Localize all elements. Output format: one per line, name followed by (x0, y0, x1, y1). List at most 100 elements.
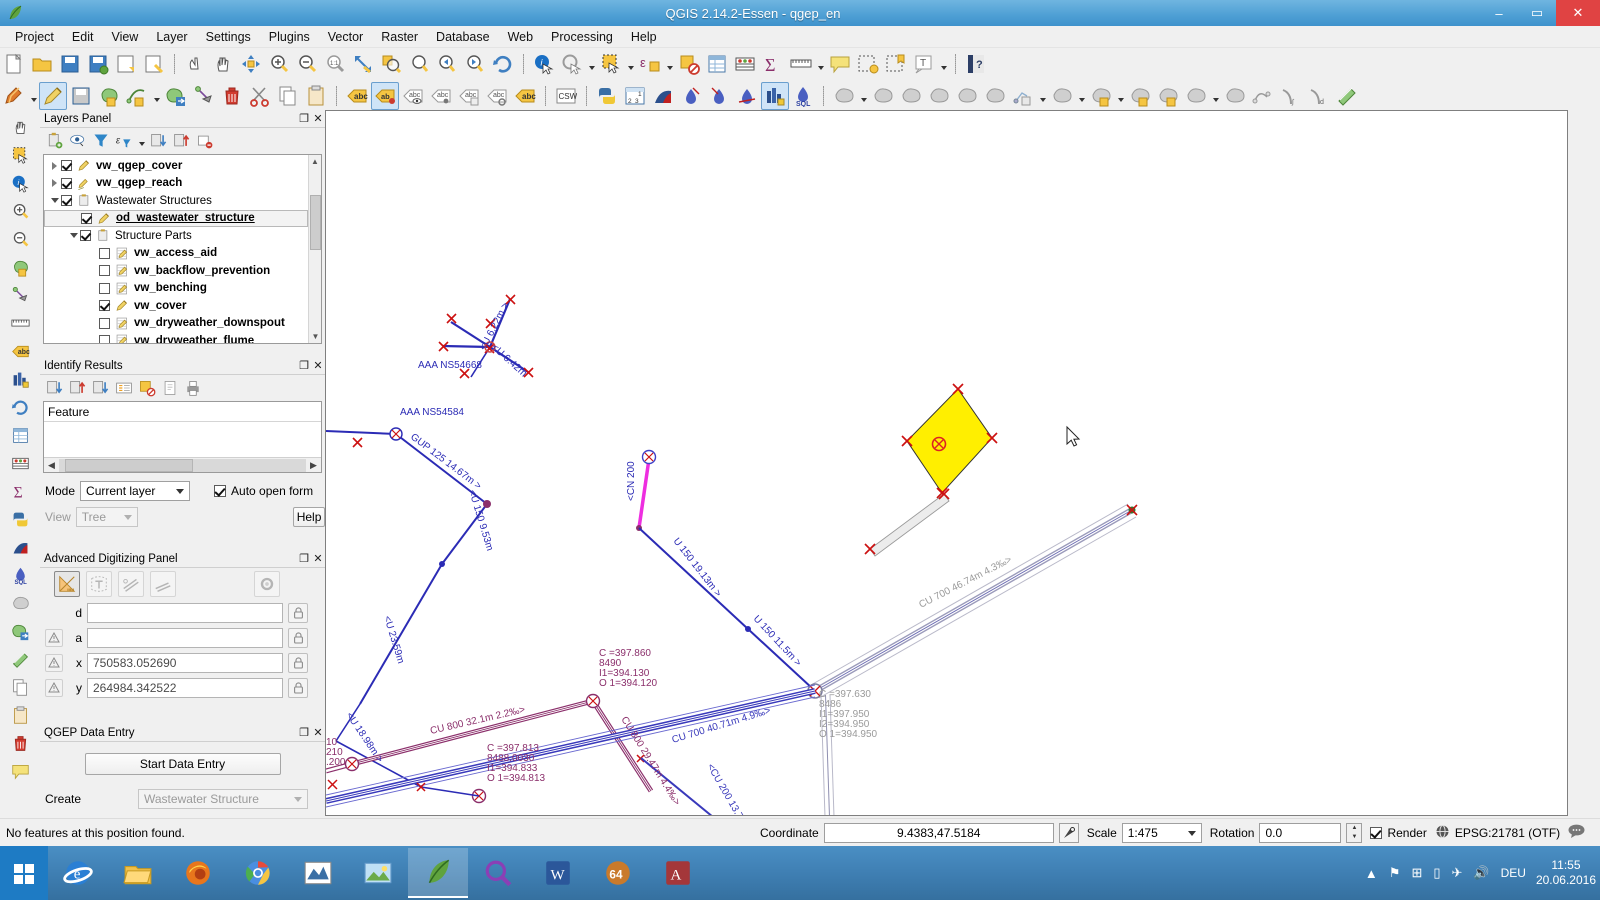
qgep-wizard-icon[interactable]: 123 (621, 82, 649, 110)
auto-open-form-checkbox[interactable] (214, 485, 227, 497)
advanced-digitizing-close-button[interactable]: ✕ (311, 552, 325, 566)
layer-visibility-checkbox[interactable] (99, 265, 110, 277)
csw-catalog-icon[interactable]: CSW (552, 82, 580, 110)
sidebar-item-vw-qgep-reach[interactable]: vw_qgep_reach (44, 175, 308, 193)
layer-visibility-checkbox[interactable] (80, 230, 91, 242)
qgep-profile-icon[interactable] (6, 534, 34, 561)
digitizing-x-input[interactable]: 750583.052690 (87, 652, 283, 673)
identify-results-undock-button[interactable]: ❐ (297, 359, 311, 373)
construction-mode-icon[interactable] (86, 571, 112, 597)
merge-features-icon[interactable] (953, 82, 981, 110)
zoom-native-resolution-icon[interactable]: 1:1 (321, 50, 349, 78)
qgep-sql-icon[interactable]: SQL (789, 82, 817, 110)
open-attribute-table-icon[interactable] (703, 50, 731, 78)
map-canvas-svg[interactable]: AAA NS54668AAA NS54584<U 6.22m ><U 6.42m… (326, 111, 1568, 816)
zoom-next-icon[interactable] (461, 50, 489, 78)
split-parts-icon[interactable] (925, 82, 953, 110)
sidebar-item-vw-benching[interactable]: vw_benching (44, 280, 308, 298)
cut-features-icon[interactable] (246, 82, 274, 110)
warning-triangle-icon[interactable] (45, 653, 63, 672)
maximize-button[interactable]: ▭ (1518, 0, 1556, 26)
expander-closed-icon[interactable] (48, 175, 61, 192)
identify-results-hscrollbar[interactable]: ◀ ▶ (44, 457, 321, 472)
action-center-flag-icon[interactable]: ⚑ (1389, 865, 1401, 881)
layers-panel-undock-button[interactable]: ❐ (297, 112, 311, 126)
qgep-data-entry-close-button[interactable]: ✕ (311, 726, 325, 740)
identify-results-list[interactable]: Feature ◀ ▶ (43, 401, 322, 473)
expander-open-icon[interactable] (67, 227, 80, 244)
sidebar-item-vw-qgep-cover[interactable]: vw_qgep_cover (44, 157, 308, 175)
show-attribute-form-icon[interactable] (113, 377, 135, 399)
lock-icon[interactable] (288, 652, 308, 673)
label-properties-icon[interactable]: abc (511, 82, 539, 110)
render-checkbox[interactable] (1370, 826, 1383, 839)
qgep-profile-icon[interactable] (649, 82, 677, 110)
field-calculator-icon[interactable] (731, 50, 759, 78)
sidebar-item-wastewater-structures[interactable]: Wastewater Structures (44, 192, 308, 210)
settings-gear-icon[interactable] (254, 571, 280, 597)
rotate-point-symbols-icon[interactable] (1009, 82, 1037, 110)
menu-vector[interactable]: Vector (319, 27, 372, 47)
change-label-icon[interactable]: abc (483, 82, 511, 110)
layers-tree-scrollbar[interactable]: ▲ ▼ (308, 155, 321, 343)
menu-project[interactable]: Project (6, 27, 63, 47)
menu-processing[interactable]: Processing (542, 27, 622, 47)
pan-map-icon[interactable] (6, 114, 34, 141)
expand-all-icon[interactable] (148, 130, 170, 152)
add-part-icon[interactable] (1126, 82, 1154, 110)
enable-advanced-digitizing-icon[interactable] (54, 571, 80, 597)
layer-visibility-checkbox[interactable] (61, 195, 72, 207)
remove-layer-icon[interactable] (194, 130, 216, 152)
pin-labels-icon[interactable]: ab (371, 82, 399, 110)
taskbar-search-icon[interactable] (468, 848, 528, 898)
sidebar-item-vw-dryweather-flume[interactable]: vw_dryweather_flume (44, 332, 308, 343)
message-bubble-icon[interactable] (1568, 824, 1585, 841)
zoom-in-icon[interactable] (6, 198, 34, 225)
scroll-right-icon[interactable]: ▶ (306, 458, 321, 472)
taskbar-chrome-icon[interactable] (228, 848, 288, 898)
chevron-down-icon[interactable] (136, 130, 147, 152)
digitizing-y-input[interactable]: 264984.342522 (87, 677, 283, 698)
trim-extend-icon[interactable]: ∫ (1277, 82, 1305, 110)
taskbar-firefox-icon[interactable] (168, 848, 228, 898)
zoom-to-selection-icon[interactable] (377, 50, 405, 78)
windows-logo-icon[interactable]: ⊞ (1411, 865, 1422, 881)
toggle-editing-icon[interactable] (39, 82, 67, 110)
python-console-icon[interactable] (593, 82, 621, 110)
manage-layer-visibility-icon[interactable] (67, 130, 89, 152)
deselect-features-icon[interactable] (675, 50, 703, 78)
new-project-icon[interactable] (0, 50, 28, 78)
digitizing-a-input[interactable] (87, 627, 283, 648)
taskbar-clock[interactable]: 11:55 20.06.2016 (1536, 858, 1600, 888)
chevron-down-icon[interactable] (858, 82, 869, 110)
chevron-down-icon[interactable] (1210, 82, 1221, 110)
layer-visibility-checkbox[interactable] (61, 177, 72, 189)
menu-edit[interactable]: Edit (63, 27, 103, 47)
node-tool-icon[interactable] (190, 82, 218, 110)
measure-line-icon[interactable] (6, 310, 34, 337)
sidebar-item-vw-cover[interactable]: vw_cover (44, 297, 308, 315)
perpendicular-icon[interactable] (150, 571, 176, 597)
menu-help[interactable]: Help (622, 27, 666, 47)
map-tips-icon[interactable] (826, 50, 854, 78)
label-icon[interactable]: abc (6, 338, 34, 365)
run-feature-action-icon[interactable] (558, 50, 586, 78)
menu-plugins[interactable]: Plugins (260, 27, 319, 47)
chevron-down-icon[interactable] (1076, 82, 1087, 110)
text-annotation-icon[interactable]: T (910, 50, 938, 78)
advanced-digitizing-undock-button[interactable]: ❐ (297, 552, 311, 566)
qgep-upstream-icon[interactable] (705, 82, 733, 110)
delete-selected-icon[interactable] (6, 730, 34, 757)
help-contents-icon[interactable]: ? (962, 50, 990, 78)
start-data-entry-button[interactable]: Start Data Entry (84, 753, 281, 775)
expand-tree-icon[interactable] (90, 377, 112, 399)
qgep-network-icon[interactable] (6, 366, 34, 393)
open-project-icon[interactable] (28, 50, 56, 78)
zoom-to-layer-icon[interactable] (405, 50, 433, 78)
pan-to-selection-icon[interactable] (237, 50, 265, 78)
layer-visibility-checkbox[interactable] (81, 212, 92, 224)
rotate-feature-icon[interactable] (1333, 82, 1361, 110)
label-icon[interactable]: abc (343, 82, 371, 110)
touch-zoom-pan-icon[interactable] (181, 50, 209, 78)
identify-view-select[interactable]: Tree (75, 507, 139, 527)
